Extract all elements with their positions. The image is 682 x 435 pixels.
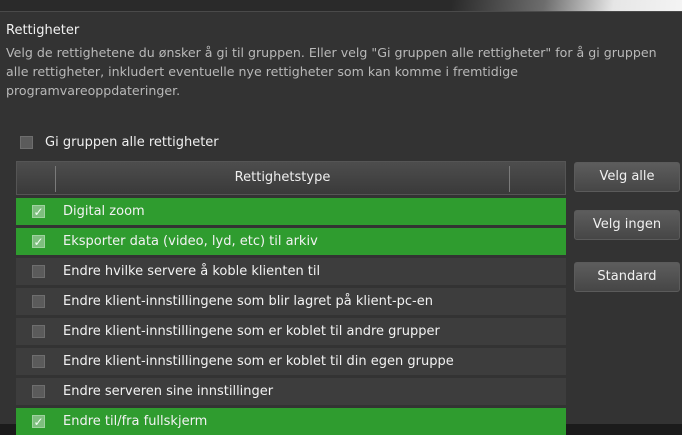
row-checkbox[interactable]: ✓ (32, 205, 45, 218)
row-label: Endre til/fra fullskjerm (63, 414, 208, 429)
select-none-button[interactable]: Velg ingen (574, 210, 680, 240)
row-checkbox[interactable]: ✓ (32, 415, 45, 428)
table-row[interactable]: Endre klient-innstillingene som er koble… (16, 318, 566, 345)
row-checkbox[interactable]: ✓ (32, 235, 45, 248)
table-row[interactable]: Endre klient-innstillingene som blir lag… (16, 288, 566, 315)
header-divider (509, 166, 510, 192)
permissions-panel: Rettigheter Velg de rettighetene du ønsk… (0, 11, 682, 435)
header-rights-type[interactable]: Rettighetstype (56, 162, 509, 194)
table-row[interactable]: Endre serveren sine innstillinger (16, 378, 566, 405)
row-label: Endre klient-innstillingene som er koble… (63, 324, 440, 339)
all-rights-checkbox-row[interactable]: Gi gruppen alle rettigheter (20, 132, 219, 152)
rights-rows: ✓ Digital zoom ✓ Eksporter data (video, lyd… (16, 198, 566, 435)
all-rights-checkbox[interactable] (20, 135, 33, 149)
table-row[interactable]: ✓ Eksporter data (video, lyd, etc) til ar… (16, 228, 566, 255)
section-description: Velg de rettighetene du ønsker å gi til … (6, 45, 657, 98)
row-checkbox[interactable] (32, 325, 45, 338)
checkmark-icon: ✓ (33, 234, 44, 249)
select-all-button[interactable]: Velg alle (574, 162, 680, 192)
all-rights-label: Gi gruppen alle rettigheter (45, 134, 219, 150)
row-checkbox[interactable] (32, 355, 45, 368)
row-label: Endre hvilke servere å koble klienten ti… (63, 264, 321, 279)
default-button[interactable]: Standard (574, 262, 680, 292)
section-title: Rettigheter (6, 23, 80, 38)
row-label: Endre serveren sine innstillinger (63, 384, 274, 399)
table-row[interactable]: ✓ Digital zoom (16, 198, 566, 225)
row-label: Endre klient-innstillingene som blir lag… (63, 294, 433, 309)
rights-table: Rettighetstype ✓ Digital zoom ✓ Eksporter d… (16, 161, 566, 435)
checkmark-icon: ✓ (33, 414, 44, 429)
row-label: Eksporter data (video, lyd, etc) til ark… (63, 234, 318, 249)
table-row[interactable]: Endre hvilke servere å koble klienten ti… (16, 258, 566, 285)
row-label: Digital zoom (63, 204, 145, 219)
table-row[interactable]: ✓ Endre til/fra fullskjerm (16, 408, 566, 435)
row-checkbox[interactable] (32, 295, 45, 308)
checkmark-icon: ✓ (33, 204, 44, 219)
row-checkbox[interactable] (32, 265, 45, 278)
table-row[interactable]: Endre klient-innstillingene som er koble… (16, 348, 566, 375)
row-label: Endre klient-innstillingene som er koble… (63, 354, 454, 369)
row-checkbox[interactable] (32, 385, 45, 398)
top-bar-highlight (452, 0, 682, 11)
table-header[interactable]: Rettighetstype (16, 161, 566, 195)
window-top-bar (0, 0, 682, 11)
